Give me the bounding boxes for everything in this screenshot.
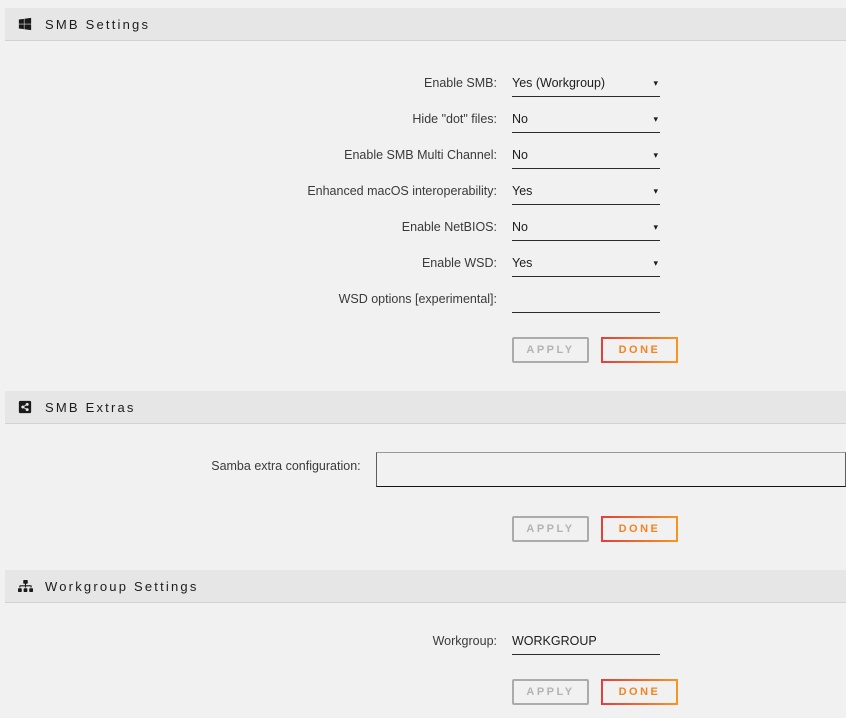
form-row: Enhanced macOS interoperability: Yes ▾ (0, 183, 846, 205)
form-row: Hide "dot" files: No ▾ (0, 111, 846, 133)
section-smb-extras: SMB Extras Samba extra configuration: AP… (0, 391, 846, 570)
share-square-icon (17, 400, 33, 414)
enable-smb-select[interactable]: Yes (Workgroup) ▾ (512, 75, 660, 97)
form-row: Enable SMB: Yes (Workgroup) ▾ (0, 75, 846, 97)
field-label: Enhanced macOS interoperability: (0, 183, 497, 200)
chevron-down-icon: ▾ (653, 183, 658, 200)
section-title: Workgroup Settings (45, 579, 199, 594)
enable-wsd-select[interactable]: Yes ▾ (512, 255, 660, 277)
field-label: Samba extra configuration: (0, 452, 361, 475)
button-row: APPLY DONE (512, 516, 846, 542)
section-workgroup-settings: Workgroup Settings Workgroup: APPLY DONE (0, 570, 846, 718)
form-row: Enable SMB Multi Channel: No ▾ (0, 147, 846, 169)
field-label: WSD options [experimental]: (0, 291, 497, 308)
chevron-down-icon: ▾ (653, 147, 658, 164)
form-row: WSD options [experimental]: (0, 291, 846, 313)
section-title: SMB Settings (45, 17, 150, 32)
field-label: Enable SMB Multi Channel: (0, 147, 497, 164)
workgroup-input[interactable] (512, 633, 660, 655)
field-label: Enable SMB: (0, 75, 497, 92)
select-value: No (512, 111, 528, 128)
hide-dot-files-select[interactable]: No ▾ (512, 111, 660, 133)
form-row: Enable WSD: Yes ▾ (0, 255, 846, 277)
apply-button[interactable]: APPLY (512, 516, 589, 542)
chevron-down-icon: ▾ (653, 75, 658, 92)
done-button[interactable]: DONE (601, 679, 678, 705)
chevron-down-icon: ▾ (653, 255, 658, 272)
smb-settings-header: SMB Settings (5, 8, 846, 41)
select-value: Yes (512, 183, 532, 200)
select-value: No (512, 219, 528, 236)
button-row: APPLY DONE (512, 679, 846, 705)
form-row: Samba extra configuration: (0, 452, 846, 487)
form-row: Enable NetBIOS: No ▾ (0, 219, 846, 241)
done-button[interactable]: DONE (601, 516, 678, 542)
sitemap-icon (17, 580, 33, 592)
field-label: Workgroup: (0, 633, 497, 650)
chevron-down-icon: ▾ (653, 219, 658, 236)
chevron-down-icon: ▾ (653, 111, 658, 128)
done-button[interactable]: DONE (601, 337, 678, 363)
samba-extra-config-textarea[interactable] (376, 452, 846, 487)
workgroup-settings-header: Workgroup Settings (5, 570, 846, 603)
field-label: Enable NetBIOS: (0, 219, 497, 236)
windows-icon (17, 17, 33, 31)
enable-netbios-select[interactable]: No ▾ (512, 219, 660, 241)
form-row: Workgroup: (0, 633, 846, 655)
wsd-options-input[interactable] (512, 291, 660, 313)
section-title: SMB Extras (45, 400, 136, 415)
field-label: Enable WSD: (0, 255, 497, 272)
select-value: Yes (Workgroup) (512, 75, 605, 92)
button-row: APPLY DONE (512, 337, 846, 363)
smb-settings-page: SMB Settings Enable SMB: Yes (Workgroup)… (0, 0, 846, 718)
select-value: Yes (512, 255, 532, 272)
smb-multi-channel-select[interactable]: No ▾ (512, 147, 660, 169)
smb-extras-header: SMB Extras (5, 391, 846, 424)
apply-button[interactable]: APPLY (512, 337, 589, 363)
field-label: Hide "dot" files: (0, 111, 497, 128)
apply-button[interactable]: APPLY (512, 679, 589, 705)
macos-interoperability-select[interactable]: Yes ▾ (512, 183, 660, 205)
select-value: No (512, 147, 528, 164)
section-smb-settings: SMB Settings Enable SMB: Yes (Workgroup)… (0, 8, 846, 391)
